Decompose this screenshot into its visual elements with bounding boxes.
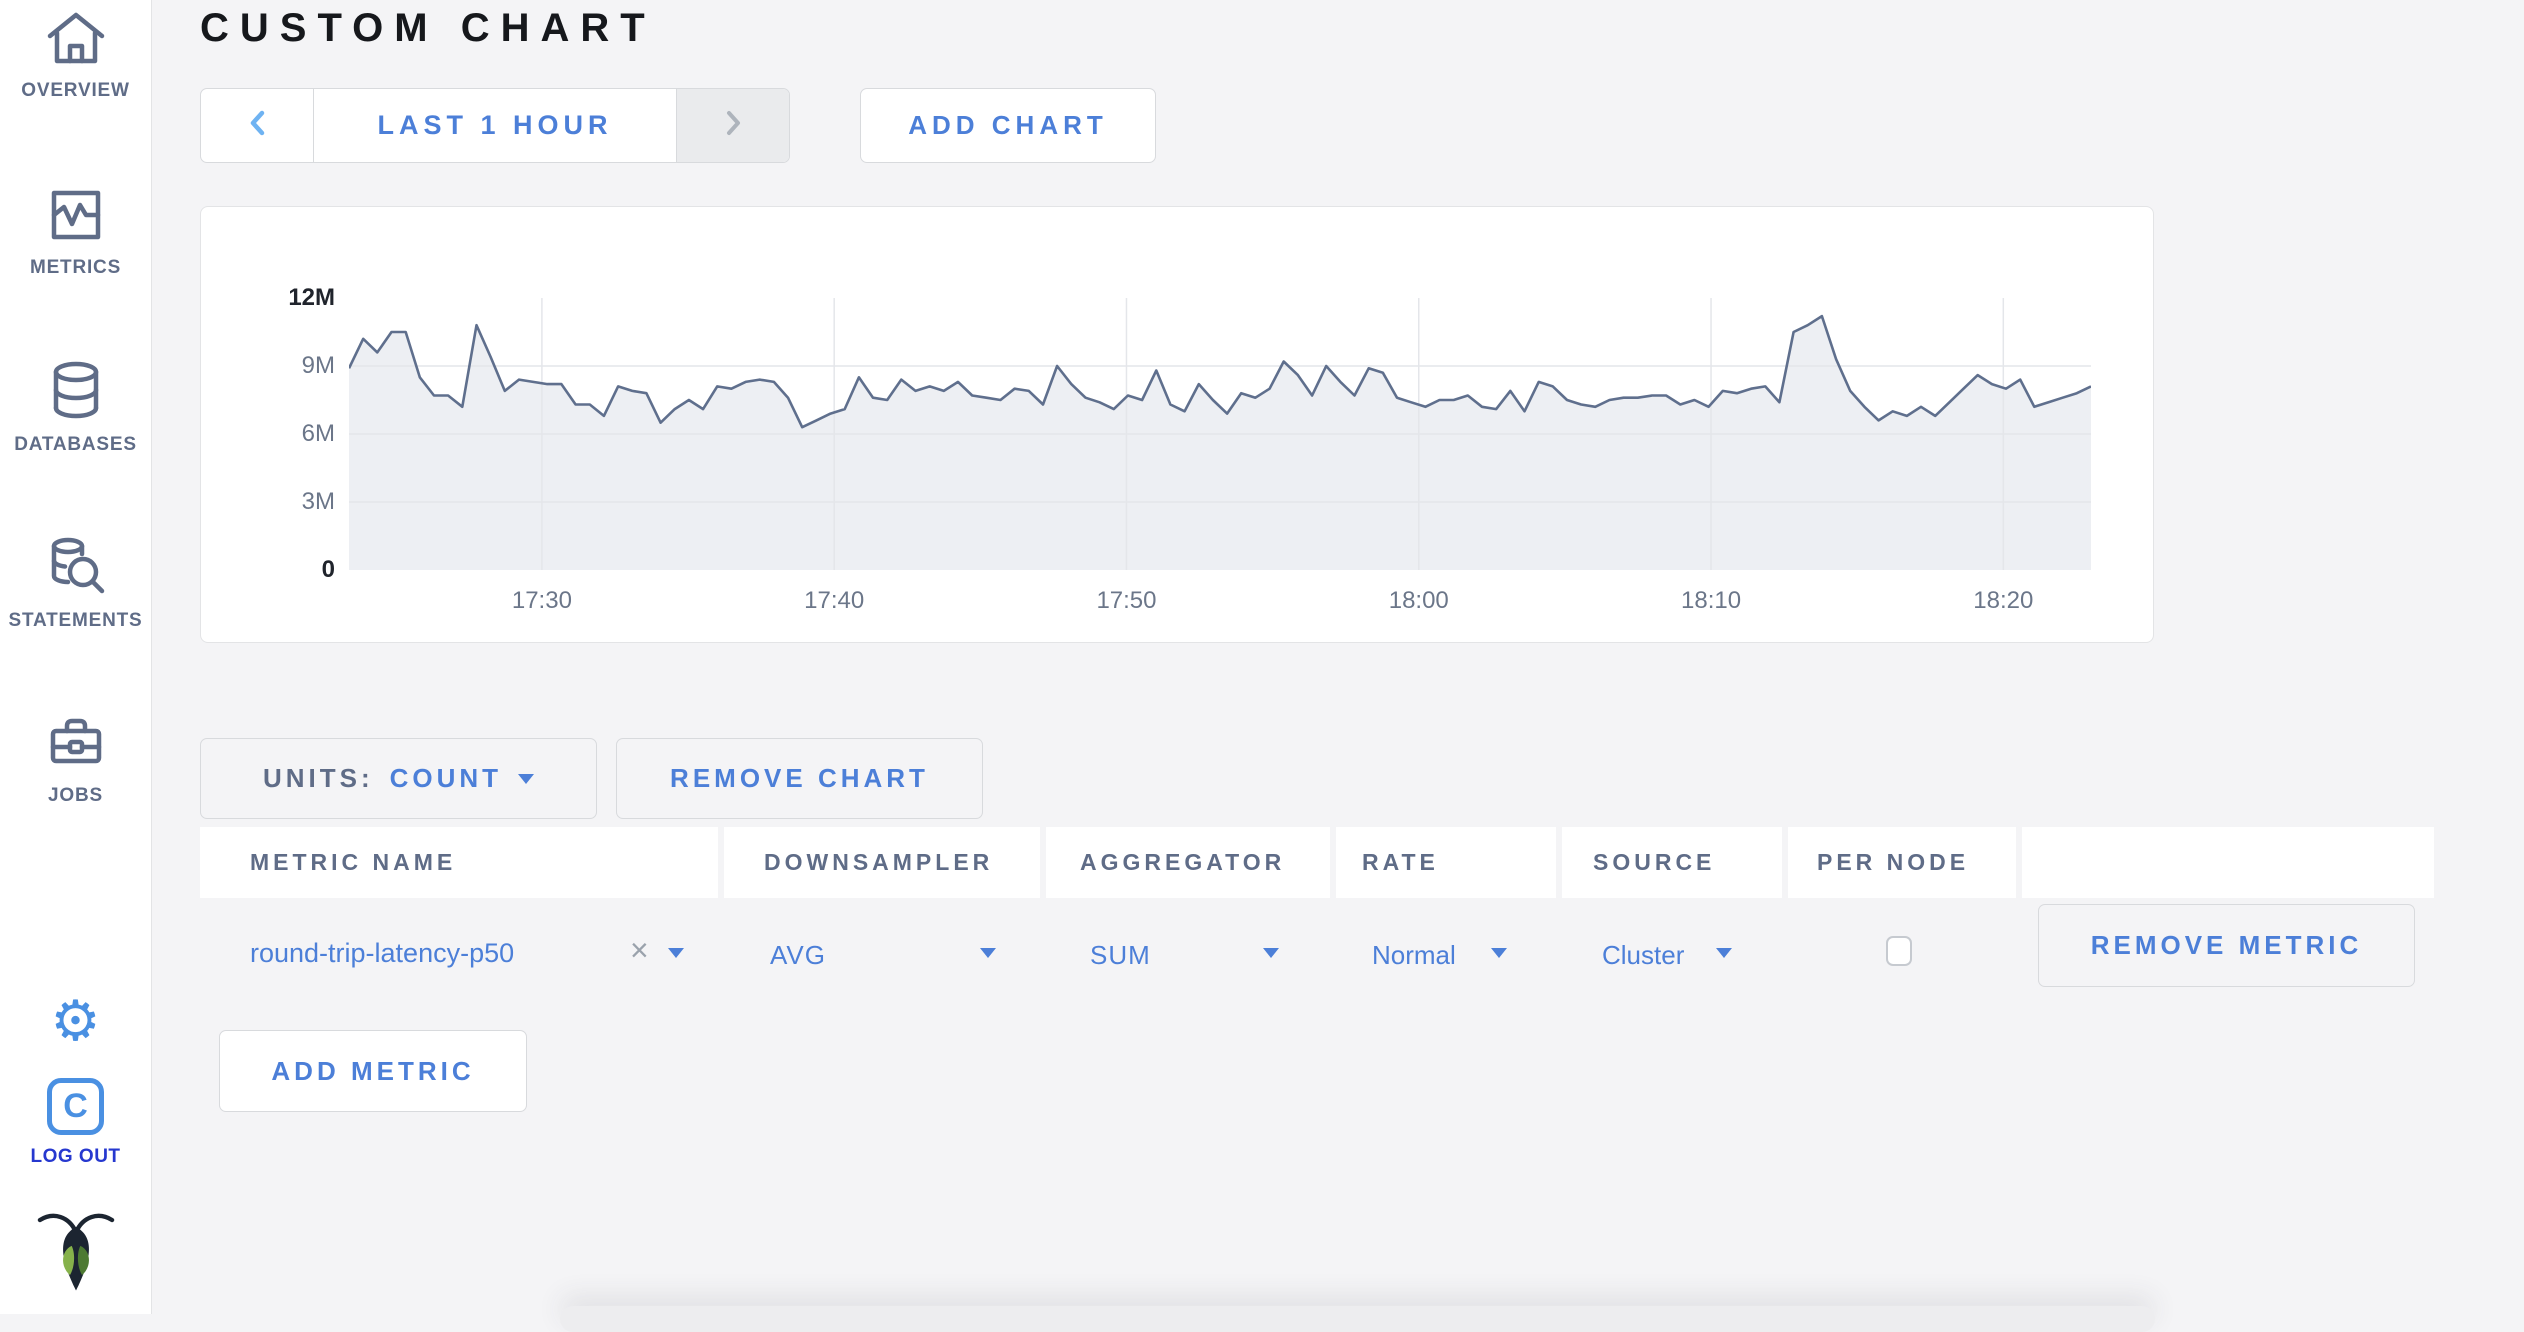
- offscreen-panel-shadow: [560, 1306, 2155, 1332]
- x-axis-tick-label: 17:30: [511, 587, 572, 614]
- x-axis-tick-label: 17:40: [804, 587, 865, 614]
- cockroach-c-logo[interactable]: C: [47, 1078, 104, 1135]
- per-node-checkbox[interactable]: [1886, 936, 1912, 966]
- remove-metric-button[interactable]: REMOVE METRIC: [2038, 904, 2415, 987]
- clear-metric-x-icon[interactable]: ×: [630, 932, 649, 969]
- metric-name-chevron-down-icon[interactable]: [668, 948, 684, 958]
- y-axis-tick-label: 6M: [301, 420, 335, 447]
- x-axis-tick-label: 18:10: [1681, 587, 1742, 614]
- metrics-icon: [44, 183, 108, 247]
- x-axis-tick-label: 18:20: [1973, 587, 2034, 614]
- add-metric-button[interactable]: ADD METRIC: [219, 1030, 527, 1112]
- aggregator-dropdown[interactable]: SUM: [1090, 940, 1151, 971]
- sidebar-item-overview[interactable]: OVERVIEW: [0, 8, 151, 102]
- chevron-left-icon: [248, 109, 266, 142]
- gear-icon[interactable]: ⚙: [0, 993, 151, 1049]
- sidebar-item-label: OVERVIEW: [21, 80, 130, 101]
- briefcase-icon: [43, 711, 109, 775]
- log-out-link[interactable]: LOG OUT: [0, 1146, 151, 1168]
- aggregator-chevron-down-icon[interactable]: [1263, 948, 1279, 958]
- sidebar-item-jobs[interactable]: JOBS: [0, 711, 151, 807]
- chart-area-fill: [349, 316, 2091, 570]
- logo-letter: C: [63, 1087, 88, 1125]
- add-chart-button[interactable]: ADD CHART: [860, 88, 1156, 163]
- chart-card: 12M 9M 6M 3M 0 17:30 17:40 17:50 18:00 1…: [200, 206, 2154, 643]
- time-range-selector[interactable]: LAST 1 HOUR: [314, 89, 676, 162]
- database-icon: [44, 358, 108, 424]
- downsampler-dropdown[interactable]: AVG: [770, 940, 826, 971]
- sidebar-item-databases[interactable]: DATABASES: [0, 358, 151, 456]
- sidebar-item-label: STATEMENTS: [8, 610, 143, 631]
- units-label: UNITS:: [262, 763, 374, 793]
- rate-chevron-down-icon[interactable]: [1491, 948, 1507, 958]
- units-value: COUNT: [389, 763, 503, 793]
- cockroachdb-bug-logo[interactable]: [33, 1206, 119, 1301]
- chart-svg: [347, 298, 2092, 570]
- home-icon: [43, 8, 109, 70]
- chevron-down-icon: [518, 773, 535, 784]
- x-axis-tick-label: 17:50: [1096, 587, 1157, 614]
- column-header-aggregator: AGGREGATOR: [1046, 827, 1330, 898]
- y-axis-tick-label: 12M: [288, 284, 335, 311]
- metric-name-value[interactable]: round-trip-latency-p50: [250, 938, 514, 969]
- downsampler-chevron-down-icon[interactable]: [980, 948, 996, 958]
- y-axis-tick-label: 0: [321, 556, 335, 583]
- column-header-metric-name: METRIC NAME: [200, 827, 718, 898]
- y-axis-tick-label: 3M: [301, 488, 335, 515]
- column-header-rate: RATE: [1336, 827, 1556, 898]
- sidebar-item-label: JOBS: [48, 785, 103, 806]
- source-dropdown[interactable]: Cluster: [1602, 940, 1684, 971]
- sidebar-item-label: METRICS: [29, 257, 122, 278]
- chevron-right-icon: [724, 109, 742, 142]
- sidebar-item-metrics[interactable]: METRICS: [0, 183, 151, 279]
- time-range-prev-button[interactable]: [201, 89, 314, 162]
- chart-plot-area[interactable]: [347, 298, 2092, 570]
- units-dropdown[interactable]: UNITS: COUNT: [200, 738, 597, 819]
- sidebar-item-label: DATABASES: [14, 434, 137, 455]
- x-axis-tick-label: 18:00: [1388, 587, 1449, 614]
- column-header-actions: [2022, 827, 2434, 898]
- statements-search-icon: [43, 534, 109, 600]
- column-header-per-node: PER NODE: [1788, 827, 2016, 898]
- sidebar: OVERVIEW METRICS DATABASES STATEMENTS JO…: [0, 0, 152, 1314]
- column-header-downsampler: DOWNSAMPLER: [724, 827, 1040, 898]
- time-range-widget: LAST 1 HOUR: [200, 88, 790, 163]
- sidebar-item-statements[interactable]: STATEMENTS: [0, 534, 151, 632]
- remove-chart-button[interactable]: REMOVE CHART: [616, 738, 983, 819]
- page-title: CUSTOM CHART: [200, 6, 656, 50]
- y-axis-tick-label: 9M: [301, 352, 335, 379]
- column-header-source: SOURCE: [1562, 827, 1782, 898]
- source-chevron-down-icon[interactable]: [1716, 948, 1732, 958]
- time-range-next-button[interactable]: [676, 89, 789, 162]
- rate-dropdown[interactable]: Normal: [1372, 940, 1456, 971]
